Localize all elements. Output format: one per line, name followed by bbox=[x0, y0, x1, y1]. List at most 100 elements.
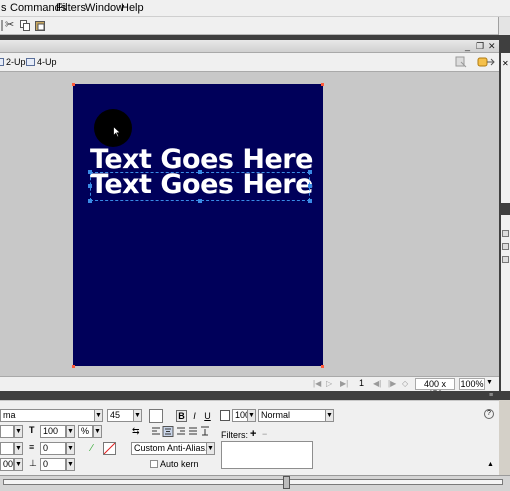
right-panel-lower bbox=[501, 215, 510, 395]
minimize-button[interactable]: _ bbox=[465, 40, 470, 53]
opacity-dropdown[interactable]: ▼ bbox=[247, 409, 256, 422]
auto-kern-checkbox[interactable] bbox=[150, 460, 158, 468]
selection-handle[interactable] bbox=[308, 199, 312, 203]
panel-tab-icon[interactable] bbox=[502, 230, 509, 237]
tab-2up-label: 2-Up bbox=[6, 57, 26, 67]
blend-mode-select[interactable]: Normal bbox=[258, 409, 326, 422]
fill-swatch[interactable] bbox=[103, 442, 116, 455]
tab-4up[interactable]: 4-Up bbox=[26, 56, 57, 68]
alignment-buttons bbox=[151, 426, 211, 437]
selection-handle[interactable] bbox=[88, 170, 92, 174]
leading-field[interactable]: 0 bbox=[40, 442, 66, 455]
prev-frame-icon[interactable]: ◀| bbox=[373, 379, 381, 388]
add-filter-button[interactable]: + bbox=[250, 429, 256, 440]
leading-dropdown[interactable]: ▼ bbox=[66, 442, 75, 455]
copy-icon[interactable] bbox=[20, 20, 30, 31]
kerning-unit[interactable]: % bbox=[78, 425, 93, 438]
menu-filters[interactable]: Filters bbox=[56, 2, 86, 14]
kerning-field[interactable]: 100 bbox=[40, 425, 66, 438]
zoom-select[interactable]: 100% bbox=[459, 378, 485, 390]
tab-2up[interactable]: 2-Up bbox=[0, 56, 26, 68]
anti-alias-dropdown[interactable]: ▼ bbox=[206, 442, 215, 455]
loop-icon[interactable]: ◇ bbox=[402, 379, 408, 388]
scale-dropdown[interactable]: ▼ bbox=[14, 458, 23, 471]
paste-icon[interactable] bbox=[35, 20, 45, 31]
collapse-panel-icon[interactable]: ▲ bbox=[487, 461, 494, 468]
toolbar-right-pane bbox=[498, 17, 510, 35]
panel-menu-icon[interactable]: ≡ bbox=[489, 392, 493, 399]
filters-label: Filters: bbox=[221, 430, 248, 440]
selection-handle[interactable] bbox=[88, 199, 92, 203]
selection-handle[interactable] bbox=[88, 184, 92, 188]
play-icon[interactable]: ▷ bbox=[326, 379, 332, 388]
horizontal-scale-dropdown[interactable]: ▼ bbox=[14, 442, 23, 455]
menu-window[interactable]: Window bbox=[85, 2, 124, 14]
baseline-dropdown[interactable]: ▼ bbox=[66, 458, 75, 471]
next-frame-icon[interactable]: |▶ bbox=[388, 379, 396, 388]
two-up-icon bbox=[0, 58, 4, 66]
cut-icon[interactable]: ✂ bbox=[5, 19, 14, 31]
first-frame-icon[interactable]: |◀ bbox=[313, 379, 321, 388]
selection-handle[interactable] bbox=[308, 184, 312, 188]
panel-close-icon[interactable]: ✕ bbox=[502, 59, 509, 68]
scroll-track[interactable] bbox=[3, 479, 503, 485]
close-button[interactable]: ✕ bbox=[488, 40, 496, 53]
indent-icon[interactable]: ⇆ bbox=[132, 426, 140, 437]
anti-alias-select[interactable]: Custom Anti-Alias... bbox=[131, 442, 208, 455]
menu-bar: s Commands Filters Window Help bbox=[0, 0, 510, 17]
menu-help[interactable]: Help bbox=[121, 2, 144, 14]
kerning-dropdown[interactable]: ▼ bbox=[66, 425, 75, 438]
horizontal-scale-field[interactable] bbox=[0, 442, 14, 455]
font-family-select[interactable]: ma bbox=[0, 409, 95, 422]
frame-number: 1 bbox=[359, 378, 365, 388]
properties-panel: ma ▼ 45 ▼ B I U 100 ▼ Normal ▼ ? ▼ T 100… bbox=[0, 400, 499, 475]
opacity-field[interactable]: 100 bbox=[232, 409, 248, 422]
opacity-icon bbox=[220, 410, 230, 421]
bold-button[interactable]: B bbox=[176, 410, 187, 422]
kerning-unit-dropdown[interactable]: ▼ bbox=[93, 425, 102, 438]
selection-handle[interactable] bbox=[198, 199, 202, 203]
baseline-icon: ⊥ bbox=[29, 458, 37, 468]
four-up-icon bbox=[26, 58, 35, 66]
selection-handle[interactable] bbox=[198, 170, 202, 174]
scroll-thumb[interactable] bbox=[283, 476, 290, 489]
right-panel-upper: ✕ bbox=[501, 53, 510, 203]
canvas-corner-marker bbox=[72, 365, 75, 368]
panel-tab-icon[interactable] bbox=[502, 243, 509, 250]
restore-button[interactable]: ❐ bbox=[476, 40, 484, 53]
document-status-bar: |◀ ▷ ▶| 1 ◀| |▶ ◇ 400 x 450 100% ▼ bbox=[0, 376, 499, 399]
text-selection-box[interactable] bbox=[90, 172, 310, 201]
last-frame-icon[interactable]: ▶| bbox=[340, 379, 348, 388]
zoom-dropdown-icon[interactable]: ▼ bbox=[486, 379, 493, 386]
panel-separator: ≡ bbox=[0, 391, 510, 400]
preview-settings-icon[interactable] bbox=[455, 56, 467, 68]
tracking-dropdown[interactable]: ▼ bbox=[14, 425, 23, 438]
blend-mode-dropdown[interactable]: ▼ bbox=[325, 409, 334, 422]
baseline-field[interactable]: 0 bbox=[40, 458, 66, 471]
underline-button[interactable]: U bbox=[202, 410, 213, 422]
tab-4up-label: 4-Up bbox=[37, 57, 57, 67]
main-toolbar: ✂ bbox=[0, 17, 510, 35]
canvas-corner-marker bbox=[321, 365, 324, 368]
panel-tab-icon[interactable] bbox=[502, 256, 509, 263]
toolbar-separator bbox=[1, 20, 3, 31]
scale-field[interactable]: 00% bbox=[0, 458, 14, 471]
export-preview-icon[interactable] bbox=[477, 56, 495, 68]
canvas-corner-marker bbox=[72, 83, 75, 86]
italic-button[interactable]: I bbox=[189, 410, 200, 422]
stroke-color-icon[interactable]: ∕ bbox=[91, 443, 93, 454]
document-titlebar: _ ❐ ✕ bbox=[0, 40, 499, 53]
text-color-swatch[interactable] bbox=[149, 409, 163, 423]
filters-list[interactable] bbox=[221, 441, 313, 469]
font-size-dropdown[interactable]: ▼ bbox=[133, 409, 142, 422]
remove-filter-button[interactable]: − bbox=[262, 429, 267, 440]
menu-partial[interactable]: s bbox=[1, 2, 7, 14]
canvas-size-display[interactable]: 400 x 450 bbox=[415, 378, 455, 399]
selection-handle[interactable] bbox=[308, 170, 312, 174]
font-size-field[interactable]: 45 bbox=[107, 409, 134, 422]
mouse-pointer-icon bbox=[113, 125, 122, 141]
tracking-field[interactable] bbox=[0, 425, 14, 438]
font-family-dropdown[interactable]: ▼ bbox=[94, 409, 103, 422]
help-icon[interactable]: ? bbox=[484, 409, 494, 419]
auto-kern-label: Auto kern bbox=[160, 459, 199, 469]
